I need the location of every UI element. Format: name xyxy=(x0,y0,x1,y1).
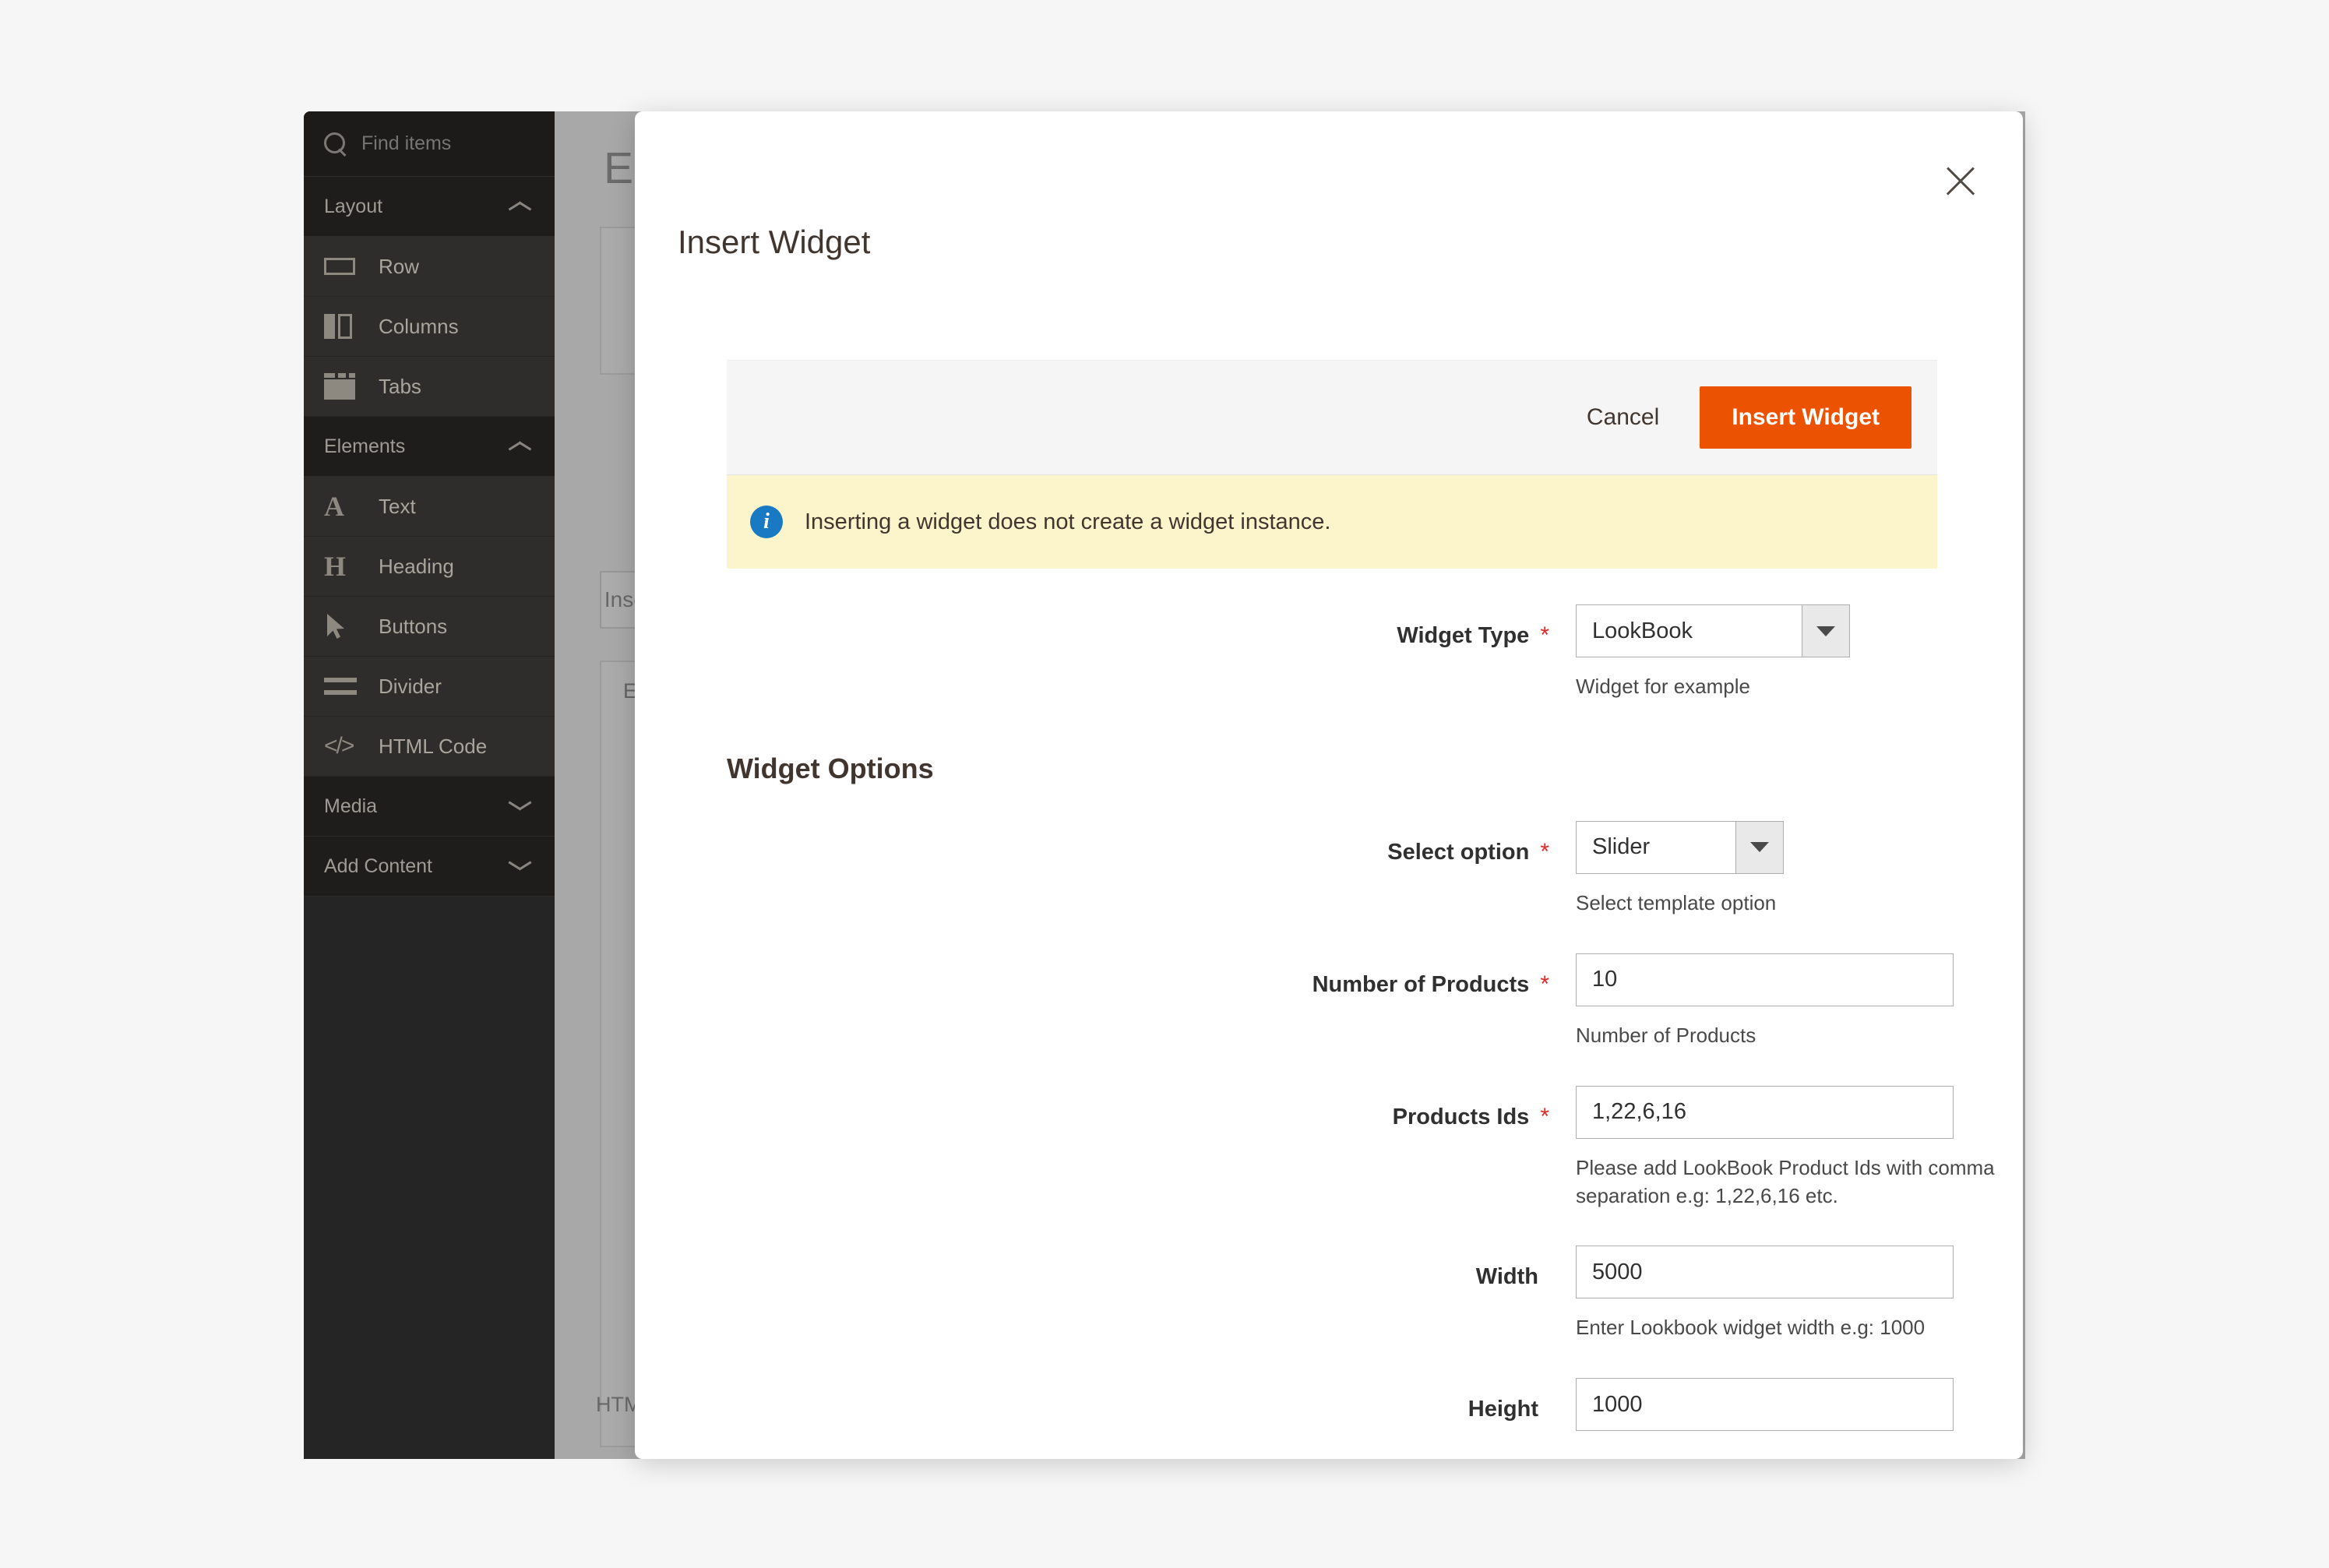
sidebar-item-heading[interactable]: H Heading xyxy=(304,537,555,597)
sidebar-item-row[interactable]: Row xyxy=(304,237,555,297)
field-note: Widget for example xyxy=(1576,675,1750,698)
sidebar-item-label: Heading xyxy=(379,554,454,578)
field-control xyxy=(1562,1378,2023,1432)
sidebar-section-label: Elements xyxy=(324,435,406,457)
modal-title: Insert Widget xyxy=(678,224,871,260)
insert-widget-modal: Insert Widget Cancel Insert Widget i Ins… xyxy=(635,111,2023,1459)
info-icon: i xyxy=(750,506,783,538)
widget-options-heading: Widget Options xyxy=(727,752,934,784)
chevron-down-icon xyxy=(508,860,531,872)
sidebar-item-label: Divider xyxy=(379,674,442,698)
chevron-up-icon xyxy=(508,440,531,453)
tabs-icon xyxy=(324,371,360,402)
field-label-wrap: Height xyxy=(635,1378,1562,1422)
widget-type-select-value: LookBook xyxy=(1576,604,1802,657)
sidebar-item-html-code[interactable]: </> HTML Code xyxy=(304,717,555,777)
divider-icon xyxy=(324,671,360,702)
field-widget-type: Widget Type * LookBook Widget for exampl… xyxy=(635,604,2023,701)
sidebar-item-label: Columns xyxy=(379,314,459,338)
sidebar-section-layout[interactable]: Layout xyxy=(304,177,555,237)
required-asterisk: * xyxy=(1540,971,1549,997)
close-icon[interactable] xyxy=(1939,160,1982,203)
required-asterisk: * xyxy=(1540,1103,1549,1129)
code-brackets-icon: </> xyxy=(324,733,354,759)
field-label-wrap: Width xyxy=(635,1246,1562,1290)
page-builder-sidebar: Layout Row Columns Tabs Elements A Text … xyxy=(304,111,555,1459)
field-note: Please add LookBook Product Ids with com… xyxy=(1576,1155,1995,1207)
field-label: Select option xyxy=(1387,839,1530,865)
sidebar-item-label: Tabs xyxy=(379,374,421,398)
number-of-products-input[interactable] xyxy=(1576,953,1954,1006)
field-control: Number of Products xyxy=(1562,953,2023,1050)
modal-body: Cancel Insert Widget i Inserting a widge… xyxy=(635,337,2023,1459)
field-note: Number of Products xyxy=(1576,1023,1756,1047)
row-icon xyxy=(324,251,360,282)
modal-toolbar: Cancel Insert Widget xyxy=(727,360,1937,475)
field-control: Slider Select template option xyxy=(1562,820,2023,918)
field-label: Products Ids xyxy=(1392,1104,1530,1129)
field-label: Number of Products xyxy=(1312,971,1530,997)
field-number-of-products: Number of Products * Number of Products xyxy=(635,953,2023,1050)
field-label-wrap: Products Ids * xyxy=(635,1086,1562,1130)
search-bar[interactable] xyxy=(304,111,555,177)
field-label-wrap: Select option * xyxy=(635,821,1562,865)
chevron-down-icon xyxy=(1802,604,1850,657)
field-control: LookBook Widget for example xyxy=(1562,604,2023,701)
text-a-icon: A xyxy=(324,491,344,522)
columns-icon xyxy=(324,311,360,342)
select-option-select[interactable]: Slider xyxy=(1576,820,1784,874)
field-select-option: Select option * Slider Select template o… xyxy=(635,820,2023,918)
sidebar-section-add-content[interactable]: Add Content xyxy=(304,837,555,897)
field-note: Select template option xyxy=(1576,890,1777,914)
field-control: Please add LookBook Product Ids with com… xyxy=(1562,1085,2023,1210)
sidebar-item-label: Text xyxy=(379,494,416,518)
sidebar-item-divider[interactable]: Divider xyxy=(304,657,555,717)
sidebar-section-label: Add Content xyxy=(324,854,432,877)
products-ids-input[interactable] xyxy=(1576,1085,1954,1139)
select-option-value: Slider xyxy=(1576,820,1735,874)
chevron-down-icon xyxy=(508,800,531,812)
width-input[interactable] xyxy=(1576,1246,1954,1299)
chevron-down-icon xyxy=(1735,820,1784,874)
info-notice: i Inserting a widget does not create a w… xyxy=(727,475,1937,569)
insert-widget-button[interactable]: Insert Widget xyxy=(1700,386,1911,449)
required-asterisk: * xyxy=(1540,838,1549,865)
screen: Edit HTML Code Insert Widget... Enter HT… xyxy=(0,0,2329,1568)
field-note: Enter Lookbook widget width e.g: 1000 xyxy=(1576,1316,1926,1340)
field-width: Width Enter Lookbook widget width e.g: 1… xyxy=(635,1246,2023,1342)
field-control: Enter Lookbook widget width e.g: 1000 xyxy=(1562,1246,2023,1342)
field-label: Width xyxy=(1475,1264,1538,1290)
cancel-button[interactable]: Cancel xyxy=(1566,404,1679,431)
info-notice-text: Inserting a widget does not create a wid… xyxy=(805,509,1331,534)
field-products-ids: Products Ids * Please add LookBook Produ… xyxy=(635,1085,2023,1210)
field-height: Height xyxy=(635,1378,2023,1432)
sidebar-item-tabs[interactable]: Tabs xyxy=(304,357,555,417)
required-asterisk: * xyxy=(1540,622,1549,648)
sidebar-item-label: Buttons xyxy=(379,614,448,638)
sidebar-item-buttons[interactable]: Buttons xyxy=(304,597,555,657)
search-icon xyxy=(324,132,347,156)
widget-type-select[interactable]: LookBook xyxy=(1576,604,1850,657)
field-label-wrap: Number of Products * xyxy=(635,953,1562,998)
sidebar-section-label: Media xyxy=(324,795,378,817)
field-label-wrap: Widget Type * xyxy=(635,604,1562,649)
field-label: Widget Type xyxy=(1397,623,1530,648)
sidebar-item-columns[interactable]: Columns xyxy=(304,297,555,357)
sidebar-section-label: Layout xyxy=(324,195,383,217)
sidebar-item-text[interactable]: A Text xyxy=(304,477,555,537)
field-label: Height xyxy=(1468,1397,1538,1422)
cursor-arrow-icon xyxy=(324,611,360,642)
chevron-up-icon xyxy=(508,200,531,213)
search-input[interactable] xyxy=(361,132,517,155)
sidebar-item-label: HTML Code xyxy=(379,734,488,758)
sidebar-section-elements[interactable]: Elements xyxy=(304,417,555,477)
sidebar-section-media[interactable]: Media xyxy=(304,777,555,837)
height-input[interactable] xyxy=(1576,1378,1954,1432)
sidebar-item-label: Row xyxy=(379,254,420,278)
heading-h-icon: H xyxy=(324,551,347,582)
